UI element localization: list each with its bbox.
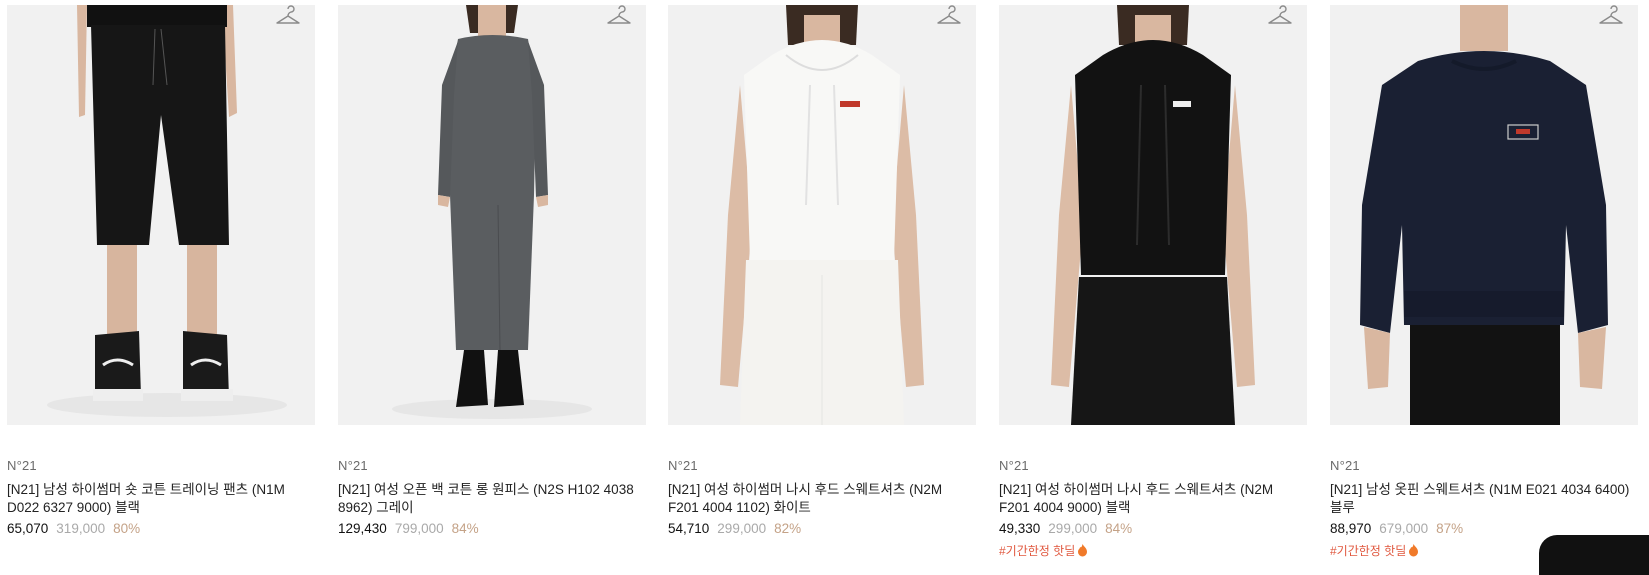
product-brand: N°21	[338, 458, 368, 473]
hot-deal-tag[interactable]: #기간한정 핫딜	[1330, 542, 1419, 559]
hanger-icon[interactable]	[275, 5, 301, 29]
product-image[interactable]	[7, 5, 315, 425]
product-photo-black-hoodie	[999, 5, 1307, 425]
product-name[interactable]: [N21] 여성 하이썸머 나시 후드 스웨트셔츠 (N2M F201 4004…	[668, 481, 968, 517]
floating-action-button[interactable]	[1539, 535, 1649, 575]
original-price: 299,000	[1048, 521, 1098, 536]
product-brand: N°21	[1330, 458, 1360, 473]
sale-price: 129,430	[338, 521, 387, 536]
sale-price: 49,330	[999, 521, 1041, 536]
fire-icon	[1078, 544, 1088, 557]
original-price: 799,000	[394, 521, 444, 536]
product-name[interactable]: [N21] 남성 하이썸머 숏 코튼 트레이닝 팬츠 (N1M D022 632…	[7, 481, 307, 517]
hot-deal-tag-label: #기간한정 핫딜	[1330, 544, 1407, 558]
product-card[interactable]: N°21 [N21] 남성 옷핀 스웨트셔츠 (N1M E021 4034 64…	[1330, 0, 1638, 558]
hanger-icon[interactable]	[1598, 5, 1624, 29]
product-card[interactable]: N°21 [N21] 여성 하이썸머 나시 후드 스웨트셔츠 (N2M F201…	[668, 0, 976, 553]
hot-deal-tag-label: #기간한정 핫딜	[999, 544, 1076, 558]
product-prices: 54,710 299,000 82%	[668, 521, 801, 536]
product-name[interactable]: [N21] 여성 하이썸머 나시 후드 스웨트셔츠 (N2M F201 4004…	[999, 481, 1299, 517]
product-photo-shorts	[7, 5, 315, 425]
sale-price: 65,070	[7, 521, 49, 536]
product-prices: 129,430 799,000 84%	[338, 521, 479, 536]
product-card[interactable]: N°21 [N21] 여성 오픈 백 코튼 롱 원피스 (N2S H102 40…	[338, 0, 646, 553]
product-grid: N°21 [N21] 남성 하이썸머 숏 코튼 트레이닝 팬츠 (N1M D02…	[0, 0, 1649, 558]
hanger-icon[interactable]	[606, 5, 632, 29]
product-name[interactable]: [N21] 남성 옷핀 스웨트셔츠 (N1M E021 4034 6400) 블…	[1330, 481, 1630, 517]
product-card[interactable]: N°21 [N21] 남성 하이썸머 숏 코튼 트레이닝 팬츠 (N1M D02…	[7, 0, 315, 553]
sale-price: 54,710	[668, 521, 710, 536]
product-image[interactable]	[999, 5, 1307, 425]
product-image[interactable]	[338, 5, 646, 425]
hanger-icon[interactable]	[1267, 5, 1293, 29]
product-brand: N°21	[668, 458, 698, 473]
product-card[interactable]: N°21 [N21] 여성 하이썸머 나시 후드 스웨트셔츠 (N2M F201…	[999, 0, 1307, 558]
product-prices: 88,970 679,000 87%	[1330, 521, 1463, 536]
original-price: 319,000	[56, 521, 106, 536]
discount-rate: 84%	[451, 521, 479, 536]
product-photo-dress	[338, 5, 646, 425]
product-photo-sweatshirt	[1330, 5, 1638, 425]
product-brand: N°21	[999, 458, 1029, 473]
original-price: 679,000	[1379, 521, 1429, 536]
discount-rate: 84%	[1105, 521, 1133, 536]
product-prices: 65,070 319,000 80%	[7, 521, 140, 536]
hanger-icon[interactable]	[936, 5, 962, 29]
discount-rate: 87%	[1436, 521, 1464, 536]
product-image[interactable]	[1330, 5, 1638, 425]
hot-deal-tag[interactable]: #기간한정 핫딜	[999, 542, 1088, 559]
product-image[interactable]	[668, 5, 976, 425]
discount-rate: 82%	[774, 521, 802, 536]
sale-price: 88,970	[1330, 521, 1372, 536]
product-brand: N°21	[7, 458, 37, 473]
product-name[interactable]: [N21] 여성 오픈 백 코튼 롱 원피스 (N2S H102 4038 89…	[338, 481, 638, 517]
product-photo-white-hoodie	[668, 5, 976, 425]
product-prices: 49,330 299,000 84%	[999, 521, 1132, 536]
fire-icon	[1409, 544, 1419, 557]
original-price: 299,000	[717, 521, 767, 536]
discount-rate: 80%	[113, 521, 141, 536]
